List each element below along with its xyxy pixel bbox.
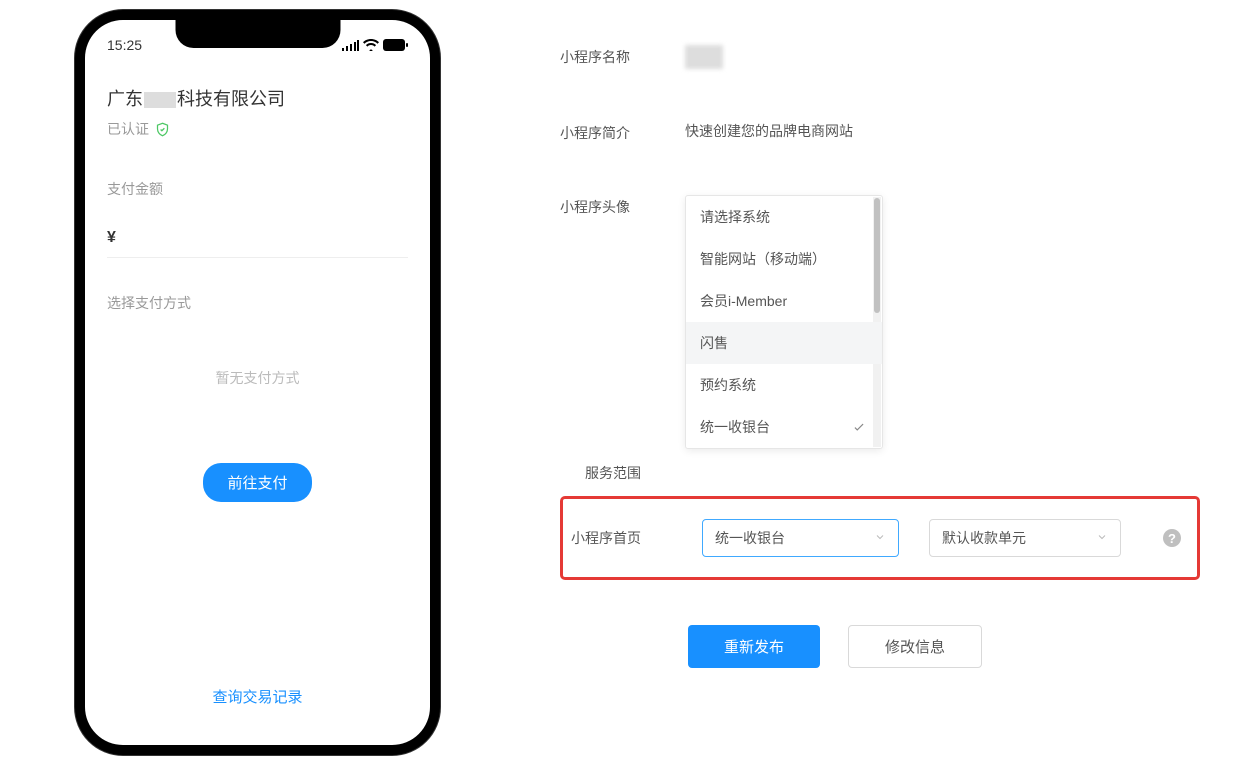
phone-mockup: 15:25 广东科技有限公司 已 [75, 10, 440, 755]
config-form: 小程序名称 小程序简介 快速创建您的品牌电商网站 小程序头像 请选择系统智能网站… [560, 0, 1200, 778]
service-scope-label: 服务范围 [585, 461, 710, 483]
pay-amount-label: 支付金额 [107, 179, 408, 199]
dropdown-item[interactable]: 智能网站（移动端） [686, 238, 882, 280]
company-name: 广东 科技有限公司 [107, 85, 408, 111]
homepage-highlight-row: 小程序首页 统一收银台 默认收款单元 ? [560, 496, 1200, 580]
app-name-label: 小程序名称 [560, 45, 685, 67]
homepage-label: 小程序首页 [571, 528, 702, 548]
battery-icon [383, 39, 408, 51]
amount-input-row[interactable]: ¥ [107, 229, 408, 258]
dropdown-item[interactable]: 请选择系统 [686, 196, 882, 238]
app-avatar-label: 小程序头像 [560, 195, 685, 217]
currency-symbol: ¥ [107, 229, 116, 246]
chevron-down-icon [1096, 530, 1108, 546]
verified-label: 已认证 [107, 119, 149, 139]
unit-select-value: 默认收款单元 [942, 528, 1026, 548]
republish-button[interactable]: 重新发布 [688, 625, 820, 668]
help-icon[interactable]: ? [1163, 529, 1181, 547]
unit-select[interactable]: 默认收款单元 [929, 519, 1121, 557]
app-name-value-masked [685, 45, 723, 69]
app-intro-label: 小程序简介 [560, 121, 685, 143]
masked-text [144, 92, 176, 108]
dropdown-item[interactable]: 闪售 [686, 322, 882, 364]
chevron-down-icon [874, 530, 886, 546]
company-suffix: 科技有限公司 [177, 89, 285, 109]
system-dropdown-panel[interactable]: 请选择系统智能网站（移动端）会员i-Member闪售预约系统统一收银台 [685, 195, 883, 449]
dropdown-item[interactable]: 会员i-Member [686, 280, 882, 322]
signal-icon [342, 40, 359, 51]
modify-info-button[interactable]: 修改信息 [848, 625, 982, 668]
query-transactions-link[interactable]: 查询交易记录 [85, 686, 430, 707]
verified-badge: 已认证 [107, 119, 408, 139]
pay-button[interactable]: 前往支付 [203, 463, 311, 502]
status-time: 15:25 [107, 37, 142, 53]
system-select[interactable]: 统一收银台 [702, 519, 899, 557]
dropdown-item[interactable]: 预约系统 [686, 364, 882, 406]
app-intro-value: 快速创建您的品牌电商网站 [685, 121, 853, 141]
wifi-icon [363, 39, 379, 51]
phone-notch [175, 20, 340, 48]
dropdown-item[interactable]: 统一收银台 [686, 406, 882, 448]
shield-icon [155, 122, 170, 137]
select-method-label: 选择支付方式 [107, 293, 408, 313]
company-prefix: 广东 [107, 89, 143, 109]
phone-screen: 15:25 广东科技有限公司 已 [85, 20, 430, 745]
no-method-text: 暂无支付方式 [107, 368, 408, 388]
system-select-value: 统一收银台 [715, 528, 785, 548]
